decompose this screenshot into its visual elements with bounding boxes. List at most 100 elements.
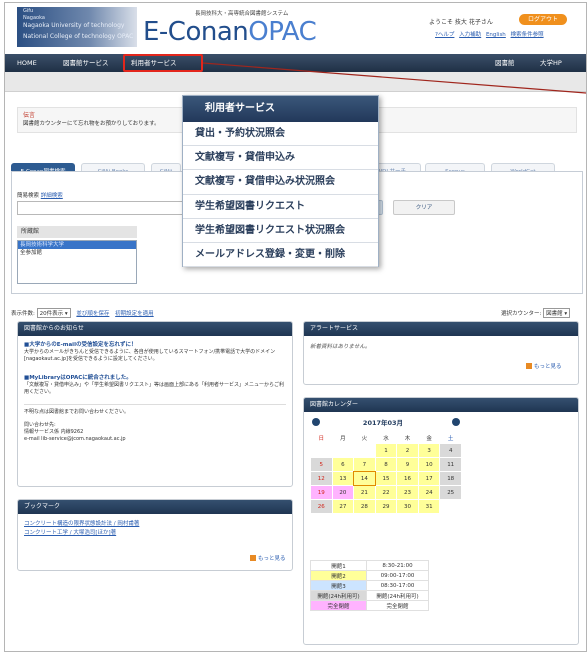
notice-title: 伝言 xyxy=(23,112,36,119)
system-name: 長岡技科大・高専統合図書館システム xyxy=(195,11,289,17)
menu-item-book-request-status[interactable]: 学生希望図書リクエスト状況照会 xyxy=(183,219,378,243)
bookmark-item[interactable]: コンクリート構造の限界状態設計法 / 岡村甫著 xyxy=(24,520,286,529)
contact-dept: 情報サービス係 内線9262 xyxy=(24,429,84,435)
menu-item-loan-status[interactable]: 貸出・予約状況照会 xyxy=(183,122,378,147)
weekday-label: 月 xyxy=(340,436,346,442)
brand-title[interactable]: E-ConanOPAC xyxy=(143,17,317,47)
calendar-day: 6 xyxy=(332,458,354,471)
library-header: 所蔵館 xyxy=(17,226,137,238)
weekday-label: 水 xyxy=(383,436,389,442)
weekday-label: 火 xyxy=(361,436,368,442)
calendar-day: 13 xyxy=(332,472,354,485)
contact-email: e-mail lib-service@jcom.nagaokaut.ac.jp xyxy=(24,436,126,442)
menu-item-book-request[interactable]: 学生希望図書リクエスト xyxy=(183,195,378,219)
calendar-day: 30 xyxy=(397,500,418,513)
input-help-link[interactable]: 入力補助 xyxy=(459,32,481,38)
calendar-day: 2 xyxy=(397,444,418,457)
calendar-day: 16 xyxy=(397,472,418,485)
news-text: 「文献複写・貸借申込み」や「学生希望図書リクエスト」等は画面上部にある「利用者サ… xyxy=(24,382,285,395)
calendar-day: 24 xyxy=(418,486,440,499)
news-text: 大学からのメールがきちんと受信できるように、各自が使用しているスマートフォン/携… xyxy=(24,349,276,362)
display-count-value: 20件表示 xyxy=(39,311,64,317)
detail-search-link[interactable]: 詳細検索 xyxy=(41,193,63,199)
menu-item-email-settings[interactable]: メールアドレス登録・変更・削除 xyxy=(183,243,378,268)
calendar-day: 17 xyxy=(418,472,440,485)
calendar-day: 29 xyxy=(375,500,397,513)
calendar-nav: 2017年03月 xyxy=(310,418,460,428)
calendar-day: 12 xyxy=(311,472,332,485)
counter-select: 選択カウンター: 図書館 ▾ xyxy=(501,308,571,318)
opac-window: Gifu Nagaoka Nagaoka University of techn… xyxy=(4,2,587,652)
logo-line: Nagaoka xyxy=(23,15,45,21)
clear-button[interactable]: クリア xyxy=(393,200,455,215)
calendar-day: 23 xyxy=(397,486,418,499)
bookmark-item[interactable]: コンクリート工学 / 大塚浩司[ほか]著 xyxy=(24,529,286,538)
calendar-title: 図書館カレンダー xyxy=(304,398,578,412)
calendar-day: 21 xyxy=(354,486,375,499)
bookmark-more-label: もっと見る xyxy=(258,556,286,562)
bookmark-list: コンクリート構造の限界状態設計法 / 岡村甫著 コンクリート工学 / 大塚浩司[… xyxy=(18,514,292,544)
display-count-label: 表示件数: xyxy=(11,311,35,317)
legend-label: 開館1 xyxy=(310,560,367,571)
help-link[interactable]: ?ヘルプ xyxy=(435,32,454,38)
calendar-day: 4 xyxy=(440,444,461,457)
news-body: ■大学からのE-mailの受信設定を忘れずに！ 大学からのメールがきちんと受信で… xyxy=(18,336,292,449)
calendar-day: 18 xyxy=(440,472,461,485)
bookmark-more-link[interactable]: もっと見る xyxy=(250,554,286,562)
calendar-day: 28 xyxy=(354,500,375,513)
welcome-text: ようこそ 技大 花子さん xyxy=(429,19,493,26)
calendar-day: 19 xyxy=(311,486,332,499)
next-month-icon[interactable] xyxy=(452,418,460,426)
weekday-label: 金 xyxy=(426,436,432,442)
calendar-day: 20 xyxy=(332,486,354,499)
legend-hours: 完全閉館 xyxy=(366,600,429,611)
library-option[interactable]: 全参加館 xyxy=(18,249,136,257)
news-heading[interactable]: ■大学からのE-mailの受信設定を忘れずに！ xyxy=(24,342,286,349)
brand-dark: E-Conan xyxy=(143,17,249,47)
calendar-day: 1 xyxy=(375,444,397,457)
more-icon xyxy=(526,363,532,369)
counter-label: 選択カウンター: xyxy=(501,311,542,317)
apply-defaults-link[interactable]: 初期設定を適用 xyxy=(115,311,154,317)
english-link[interactable]: English xyxy=(486,32,506,38)
calendar-day: 7 xyxy=(354,458,375,471)
save-order-link[interactable]: 並び順を保存 xyxy=(76,311,109,317)
calendar-legend: 開館1 8:30-21:00 開館2 09:00-17:00 開館3 08:30-17:0… xyxy=(310,560,429,611)
calendar-day: 15 xyxy=(375,472,397,485)
news-heading[interactable]: ■MyLibraryはOPACに統合されました。 xyxy=(24,375,286,382)
callout-arrow xyxy=(203,62,586,94)
nav-home[interactable]: HOME xyxy=(17,54,37,72)
weekday-label: 土 xyxy=(447,436,454,442)
legend-hours: 09:00-17:00 xyxy=(366,570,429,581)
search-condition-link[interactable]: 検索条件参照 xyxy=(511,32,544,38)
logo-line: National College of technology OPAC xyxy=(23,33,134,40)
keyword-input[interactable] xyxy=(17,201,185,215)
simple-search-label: 簡易検索 xyxy=(17,193,40,199)
prev-month-icon[interactable] xyxy=(312,418,320,426)
menu-item-copy-request-status[interactable]: 文献複写・貸借申込み状況照会 xyxy=(183,170,378,195)
calendar-day: 14 xyxy=(353,471,376,486)
counter-dropdown[interactable]: 図書館 ▾ xyxy=(543,308,571,318)
calendar-empty-cell xyxy=(354,444,375,457)
logo-line: Nagaoka University of technology xyxy=(23,22,125,29)
nav-library-service[interactable]: 図書館サービス xyxy=(63,54,109,72)
legend-label: 開館(24h利用可) xyxy=(310,590,367,601)
bookmark-title: ブックマーク xyxy=(18,500,292,514)
library-select[interactable]: 長岡技術科学大学 全参加館 xyxy=(17,240,137,284)
university-logo[interactable]: Gifu Nagaoka Nagaoka University of techn… xyxy=(17,7,137,47)
brand-light: OPAC xyxy=(248,17,317,47)
calendar-day: 25 xyxy=(440,486,461,499)
menu-title: 利用者サービス xyxy=(183,96,378,122)
weekday-label: 日 xyxy=(318,436,325,442)
library-option[interactable]: 長岡技術科学大学 xyxy=(18,241,136,249)
logout-button[interactable]: ログアウト xyxy=(519,14,567,25)
more-icon xyxy=(250,555,256,561)
bookmark-panel: ブックマーク コンクリート構造の限界状態設計法 / 岡村甫著 コンクリート工学 … xyxy=(17,499,293,571)
menu-item-copy-request[interactable]: 文献複写・貸借申込み xyxy=(183,146,378,171)
alert-more-link[interactable]: もっと見る xyxy=(526,362,562,370)
display-count-select[interactable]: 20件表示 ▾ xyxy=(36,308,71,318)
alert-title: アラートサービス xyxy=(304,322,578,336)
alert-panel: アラートサービス 新着資料はありません。 もっと見る xyxy=(303,321,579,385)
calendar-panel: 図書館カレンダー 2017年03月 日月火水木金土 1 2 3 4 5 6 7 8 9 10 11 1… xyxy=(303,397,579,645)
weekday-label: 木 xyxy=(404,436,411,442)
